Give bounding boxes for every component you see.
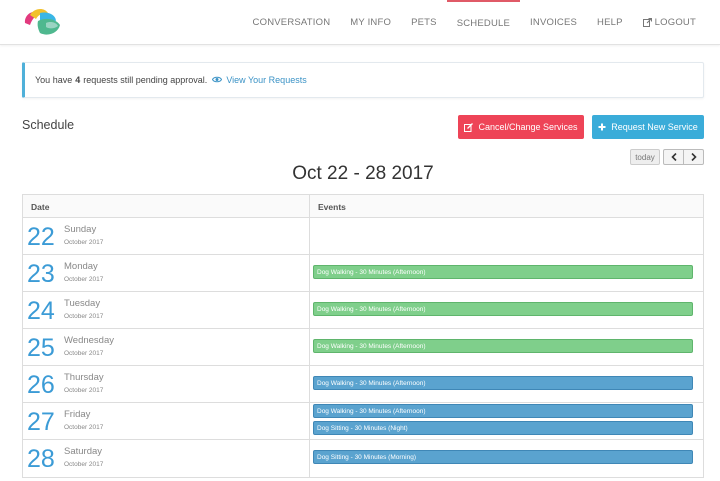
plus-icon	[598, 123, 606, 131]
week-range-title: Oct 22 - 28 2017	[292, 163, 434, 184]
table-row: 28 Saturday October 2017 Dog Sitting - 30 M…	[23, 440, 703, 477]
month-year: October 2017	[64, 313, 104, 320]
cancel-change-services-label: Cancel/Change Services	[478, 122, 578, 132]
nav-label: MY INFO	[350, 17, 392, 28]
event-item[interactable]: Dog Sitting - 30 Minutes (Morning)	[313, 450, 693, 464]
day-name: Sunday	[64, 224, 97, 235]
date-cell: 22 Sunday October 2017	[23, 218, 310, 254]
day-name: Wednesday	[64, 335, 114, 346]
table-row: 22 Sunday October 2017	[23, 218, 703, 255]
nav-schedule[interactable]: SCHEDULE	[446, 0, 521, 45]
day-name: Monday	[64, 261, 98, 272]
event-item[interactable]: Dog Walking - 30 Minutes (Afternoon)	[313, 302, 693, 316]
month-year: October 2017	[64, 239, 104, 246]
event-item[interactable]: Dog Walking - 30 Minutes (Afternoon)	[313, 404, 693, 418]
events-cell: Dog Walking - 30 Minutes (Afternoon) Dog …	[310, 403, 703, 439]
events-cell: Dog Walking - 30 Minutes (Afternoon)	[310, 255, 703, 291]
top-navbar: CONVERSATION MY INFO PETS SCHEDULE INVOI…	[0, 0, 720, 45]
nav-invoices[interactable]: INVOICES	[520, 0, 587, 45]
schedule-title: Schedule	[22, 118, 75, 132]
day-number: 25	[27, 334, 55, 362]
day-name: Saturday	[64, 446, 103, 457]
request-new-service-label: Request New Service	[611, 122, 698, 132]
events-cell: Dog Walking - 30 Minutes (Afternoon)	[310, 292, 703, 328]
alert-count: 4	[75, 75, 81, 85]
date-cell: 26 Thursday October 2017	[23, 366, 310, 402]
edit-icon	[464, 122, 474, 132]
day-number: 27	[27, 408, 55, 436]
nav-label: PETS	[411, 17, 437, 28]
nav-label: SCHEDULE	[456, 18, 511, 29]
table-row: 24 Tuesday October 2017 Dog Walking - 30 Mi…	[23, 292, 703, 329]
view-requests-link[interactable]: View Your Requests	[212, 75, 307, 85]
view-requests-label: View Your Requests	[226, 75, 307, 85]
nav-pets[interactable]: PETS	[401, 0, 447, 45]
cancel-change-services-button[interactable]: Cancel/Change Services	[458, 115, 584, 139]
day-number: 28	[27, 445, 55, 473]
day-name: Thursday	[64, 372, 104, 383]
nav-logout[interactable]: LOGOUT	[633, 0, 706, 45]
nav-conversation[interactable]: CONVERSATION	[243, 0, 341, 45]
alert-prefix: You have	[35, 75, 73, 85]
date-cell: 25 Wednesday October 2017	[23, 329, 310, 365]
month-year: October 2017	[64, 350, 104, 357]
table-row: 27 Friday October 2017 Dog Walking - 30 Min…	[23, 403, 703, 440]
eye-icon	[212, 75, 223, 85]
date-cell: 27 Friday October 2017	[23, 403, 310, 439]
day-number: 24	[27, 297, 55, 325]
chevron-left-icon	[670, 153, 677, 161]
event-item[interactable]: Dog Sitting - 30 Minutes (Night)	[313, 421, 693, 435]
day-name: Friday	[64, 409, 91, 420]
events-cell: Dog Walking - 30 Minutes (Afternoon)	[310, 329, 703, 365]
day-number: 23	[27, 260, 55, 288]
nav-label: INVOICES	[530, 17, 578, 28]
alert-suffix: requests still pending approval.	[83, 75, 208, 85]
month-year: October 2017	[64, 424, 104, 431]
event-item[interactable]: Dog Walking - 30 Minutes (Afternoon)	[313, 265, 693, 279]
month-year: October 2017	[64, 461, 104, 468]
month-year: October 2017	[64, 276, 104, 283]
logo-icon[interactable]	[22, 7, 66, 37]
nav-label: CONVERSATION	[252, 17, 331, 28]
table-row: 25 Wednesday October 2017 Dog Walking - 30 …	[23, 329, 703, 366]
date-cell: 23 Monday October 2017	[23, 255, 310, 291]
date-column-header: Date	[23, 195, 310, 217]
nav-my-info[interactable]: MY INFO	[340, 0, 401, 45]
schedule-table: Date Events 22 Sunday October 2017 23 Monday…	[22, 194, 704, 478]
month-year: October 2017	[64, 387, 104, 394]
event-item[interactable]: Dog Walking - 30 Minutes (Afternoon)	[313, 339, 693, 353]
date-cell: 28 Saturday October 2017	[23, 440, 310, 477]
nav-help[interactable]: HELP	[587, 0, 633, 45]
events-cell: Dog Walking - 30 Minutes (Afternoon)	[310, 366, 703, 402]
request-new-service-button[interactable]: Request New Service	[592, 115, 704, 139]
logout-icon	[642, 18, 652, 27]
events-cell	[310, 218, 703, 254]
chevron-right-icon	[690, 153, 697, 161]
main-nav: CONVERSATION MY INFO PETS SCHEDULE INVOI…	[243, 0, 706, 45]
date-cell: 24 Tuesday October 2017	[23, 292, 310, 328]
table-row: 23 Monday October 2017 Dog Walking - 30 Min…	[23, 255, 703, 292]
pending-requests-alert: You have 4 requests still pending approv…	[22, 62, 704, 98]
table-header: Date Events	[23, 195, 703, 218]
event-item[interactable]: Dog Walking - 30 Minutes (Afternoon)	[313, 376, 693, 390]
events-column-header: Events	[318, 202, 346, 212]
nav-label: LOGOUT	[654, 17, 696, 28]
day-name: Tuesday	[64, 298, 101, 309]
events-cell: Dog Sitting - 30 Minutes (Morning)	[310, 440, 703, 477]
table-row: 26 Thursday October 2017 Dog Walking - 30 M…	[23, 366, 703, 403]
day-number: 26	[27, 371, 55, 399]
nav-label: HELP	[597, 17, 623, 28]
day-number: 22	[27, 223, 55, 251]
